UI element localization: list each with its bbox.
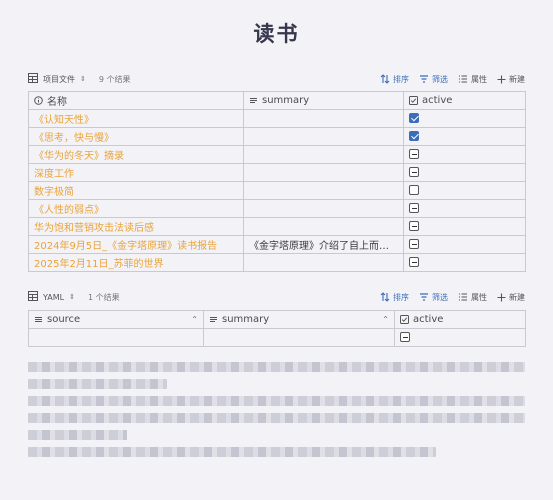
row-summary-cell[interactable] bbox=[203, 328, 395, 347]
row-summary-cell[interactable] bbox=[243, 163, 404, 182]
row-name-link[interactable]: 2025年2月11日_苏菲的世界 bbox=[28, 253, 244, 272]
plus-icon bbox=[497, 293, 506, 302]
column-header-source[interactable]: source ⌃ bbox=[28, 310, 204, 329]
row-summary-cell[interactable] bbox=[243, 145, 404, 164]
table-row: 华为饱和营销攻击法读后感 bbox=[28, 217, 526, 236]
active-checkbox[interactable] bbox=[409, 257, 419, 267]
checkbox-icon bbox=[409, 95, 418, 106]
column-header-active[interactable]: active bbox=[394, 310, 526, 329]
row-summary-cell[interactable] bbox=[243, 253, 404, 272]
pixelated-content bbox=[28, 362, 525, 464]
active-checkbox[interactable] bbox=[409, 239, 419, 249]
filter-button[interactable]: 筛选 bbox=[419, 292, 448, 303]
chevron-up-icon[interactable]: ⌃ bbox=[191, 315, 198, 324]
sort-button[interactable]: 排序 bbox=[380, 292, 409, 303]
filter-icon bbox=[419, 74, 429, 84]
row-summary-cell[interactable] bbox=[243, 181, 404, 200]
row-name-link[interactable]: 深度工作 bbox=[28, 163, 244, 182]
row-active-cell[interactable] bbox=[403, 109, 526, 128]
text-lines-icon bbox=[209, 314, 218, 325]
chevron-updown-icon[interactable]: ⇕ bbox=[69, 293, 75, 301]
row-name-link[interactable]: 《华为的冬天》摘录 bbox=[28, 145, 244, 164]
table-row: 《认知天性》 bbox=[28, 109, 526, 128]
row-active-cell[interactable] bbox=[403, 253, 526, 272]
row-active-cell[interactable] bbox=[403, 127, 526, 146]
active-checkbox[interactable] bbox=[409, 113, 419, 123]
row-active-cell[interactable] bbox=[403, 145, 526, 164]
plus-icon bbox=[497, 75, 506, 84]
filter-button[interactable]: 筛选 bbox=[419, 74, 448, 85]
list-icon bbox=[34, 314, 43, 325]
active-checkbox[interactable] bbox=[409, 131, 419, 141]
row-summary-cell[interactable]: 《金字塔原理》介绍了自上而… bbox=[243, 235, 404, 254]
table-icon bbox=[28, 291, 38, 303]
row-name-link[interactable]: 《思考，快与慢》 bbox=[28, 127, 244, 146]
yaml-table: source ⌃ summary ⌃ active bbox=[28, 310, 526, 347]
table-row: 《人性的弱点》 bbox=[28, 199, 526, 218]
row-name-link[interactable]: 2024年9月5日_《金字塔原理》读书报告 bbox=[28, 235, 244, 254]
base-toolbar: 项目文件 ⇕ 9 个结果 排序 筛选 属性 新建 bbox=[28, 69, 525, 89]
checkbox-icon bbox=[400, 314, 409, 325]
table-icon bbox=[28, 73, 38, 85]
text-lines-icon bbox=[249, 95, 258, 106]
active-checkbox[interactable] bbox=[409, 203, 419, 213]
info-circle-icon bbox=[34, 95, 43, 106]
row-active-cell[interactable] bbox=[403, 181, 526, 200]
table-row: 《华为的冬天》摘录 bbox=[28, 145, 526, 164]
list-icon bbox=[458, 74, 468, 84]
table-row: 2025年2月11日_苏菲的世界 bbox=[28, 253, 526, 272]
filter-icon bbox=[419, 292, 429, 302]
row-summary-cell[interactable] bbox=[243, 217, 404, 236]
new-button[interactable]: 新建 bbox=[497, 74, 525, 85]
sort-button[interactable]: 排序 bbox=[380, 74, 409, 85]
table-row: 数字极简 bbox=[28, 181, 526, 200]
table-row: 2024年9月5日_《金字塔原理》读书报告 《金字塔原理》介绍了自上而… bbox=[28, 235, 526, 254]
column-header-active[interactable]: active bbox=[403, 91, 526, 110]
row-name-link[interactable]: 华为饱和营销攻击法读后感 bbox=[28, 217, 244, 236]
properties-button[interactable]: 属性 bbox=[458, 292, 487, 303]
base-table: 名称 summary active 《认知天性》 《思考，快与慢》 《华为的冬天》摘… bbox=[28, 91, 526, 272]
column-header-summary[interactable]: summary bbox=[243, 91, 404, 110]
column-header-summary[interactable]: summary ⌃ bbox=[203, 310, 395, 329]
result-count: 9 个结果 bbox=[98, 74, 131, 84]
table-row bbox=[28, 328, 526, 347]
row-name-link[interactable]: 《认知天性》 bbox=[28, 109, 244, 128]
active-checkbox[interactable] bbox=[409, 185, 419, 195]
active-checkbox[interactable] bbox=[409, 167, 419, 177]
chevron-up-icon[interactable]: ⌃ bbox=[382, 315, 389, 324]
table-row: 深度工作 bbox=[28, 163, 526, 182]
page-title: 读书 bbox=[253, 22, 300, 46]
row-name-link[interactable]: 《人性的弱点》 bbox=[28, 199, 244, 218]
column-header-name[interactable]: 名称 bbox=[28, 91, 244, 110]
table-row: 《思考，快与慢》 bbox=[28, 127, 526, 146]
sort-icon bbox=[380, 292, 390, 302]
sort-icon bbox=[380, 74, 390, 84]
row-active-cell[interactable] bbox=[403, 163, 526, 182]
yaml-toolbar: YAML ⇕ 1 个结果 排序 筛选 属性 新建 bbox=[28, 287, 525, 307]
row-summary-cell[interactable] bbox=[243, 109, 404, 128]
row-summary-cell[interactable] bbox=[243, 127, 404, 146]
list-icon bbox=[458, 292, 468, 302]
row-summary-cell[interactable] bbox=[243, 199, 404, 218]
properties-button[interactable]: 属性 bbox=[458, 74, 487, 85]
view-selector[interactable]: 项目文件 bbox=[43, 74, 75, 85]
active-checkbox[interactable] bbox=[409, 149, 419, 159]
chevron-updown-icon[interactable]: ⇕ bbox=[80, 75, 86, 83]
row-active-cell[interactable] bbox=[403, 217, 526, 236]
active-checkbox[interactable] bbox=[409, 221, 419, 231]
row-source-cell[interactable] bbox=[28, 328, 204, 347]
result-count: 1 个结果 bbox=[87, 292, 120, 302]
view-selector[interactable]: YAML bbox=[43, 293, 64, 302]
row-name-link[interactable]: 数字极简 bbox=[28, 181, 244, 200]
row-active-cell[interactable] bbox=[394, 328, 526, 347]
new-button[interactable]: 新建 bbox=[497, 292, 525, 303]
row-active-cell[interactable] bbox=[403, 235, 526, 254]
row-active-cell[interactable] bbox=[403, 199, 526, 218]
active-checkbox[interactable] bbox=[400, 332, 410, 342]
